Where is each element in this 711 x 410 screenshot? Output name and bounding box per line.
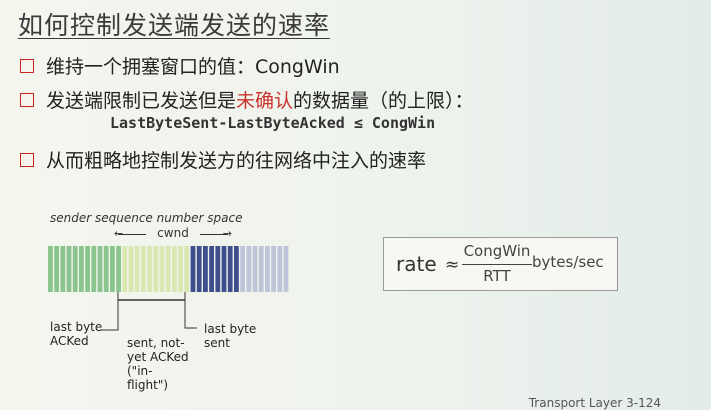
formula-right: CongWin [371, 114, 436, 132]
in-flight-segment [147, 246, 152, 292]
formula: LastByteSent-LastByteAcked ≤ CongWin [110, 114, 435, 132]
usable-segment [190, 246, 196, 292]
unusable-segment [246, 246, 252, 292]
in-flight-segment [172, 246, 177, 292]
in-flight-segment [128, 246, 134, 292]
in-flight-segment [165, 246, 171, 292]
in-flight-segment [122, 246, 128, 292]
unusable-segment [265, 246, 270, 292]
bullet-2: 发送端限制已发送但是未确认的数据量（的上限）： [20, 86, 474, 113]
acked-segment [54, 246, 59, 292]
unusable-segment [240, 246, 245, 292]
acked-segment [72, 246, 78, 292]
usable-segment [215, 246, 221, 292]
bullet-2-text: 发送端限制已发送但是未确认的数据量（的上限）： [46, 90, 474, 112]
acked-segment [66, 246, 72, 292]
highlight-unacked: 未确认 [236, 90, 294, 112]
checkbox-bullet-icon [20, 92, 34, 107]
checkbox-bullet-icon [20, 58, 34, 73]
acked-segment [103, 246, 109, 292]
in-flight-segment [134, 246, 140, 292]
usable-segment [227, 246, 233, 292]
unusable-segment [258, 246, 264, 292]
formula-left: LastByteSent-LastByteAcked [110, 114, 345, 132]
in-flight-segment [153, 246, 159, 292]
formula-op: ≤ [353, 114, 363, 132]
numerator: CongWin [463, 242, 531, 260]
rate-unit: bytes/sec [532, 253, 604, 271]
diagram-caption: sender sequence number space [50, 211, 243, 225]
in-flight-segment [178, 246, 183, 292]
acked-segment [116, 246, 121, 292]
bullet-1: 维持一个拥塞窗口的值：CongWin [20, 52, 340, 79]
annotation-leaders [100, 292, 197, 331]
usable-segment [234, 246, 239, 292]
bullet-1-text: 维持一个拥塞窗口的值：CongWin [46, 56, 340, 78]
rate-label: rate [396, 252, 437, 276]
unusable-segment [283, 246, 289, 292]
rate-formula-box: rate ≈ CongWin RTT bytes/sec [383, 237, 618, 291]
unusable-segment [252, 246, 258, 292]
label-last-byte-sent: last byte sent [204, 322, 257, 350]
acked-segment [91, 246, 97, 292]
in-flight-segment [159, 246, 165, 292]
bullet-3-text: 从而粗略地控制发送方的往网络中注入的速率 [46, 150, 427, 172]
label-in-flight: sent, not- yet ACKed ("in- flight") [127, 336, 189, 392]
acked-segment [110, 246, 115, 292]
usable-segment [221, 246, 227, 292]
acked-segment [85, 246, 90, 292]
usable-segment [209, 246, 214, 292]
in-flight-segment [184, 246, 190, 292]
cwnd-label: ← cwnd → [114, 226, 232, 240]
rate-fraction: CongWin RTT [462, 242, 532, 287]
unusable-segment [271, 246, 276, 292]
checkbox-bullet-icon [20, 152, 34, 167]
footer-page-label: Transport Layer 3-124 [528, 396, 661, 410]
acked-segment [48, 246, 53, 292]
bullet-3: 从而粗略地控制发送方的往网络中注入的速率 [20, 146, 426, 173]
usable-segment [196, 246, 202, 292]
in-flight-segment [141, 246, 146, 292]
unusable-segment [277, 246, 283, 292]
slide-title: 如何控制发送端发送的速率 [18, 11, 331, 40]
acked-segment [79, 246, 84, 292]
usable-segment [203, 246, 208, 292]
approx-symbol: ≈ [445, 255, 460, 275]
acked-segment [60, 246, 66, 292]
acked-segment [97, 246, 103, 292]
denominator: RTT [483, 267, 511, 285]
